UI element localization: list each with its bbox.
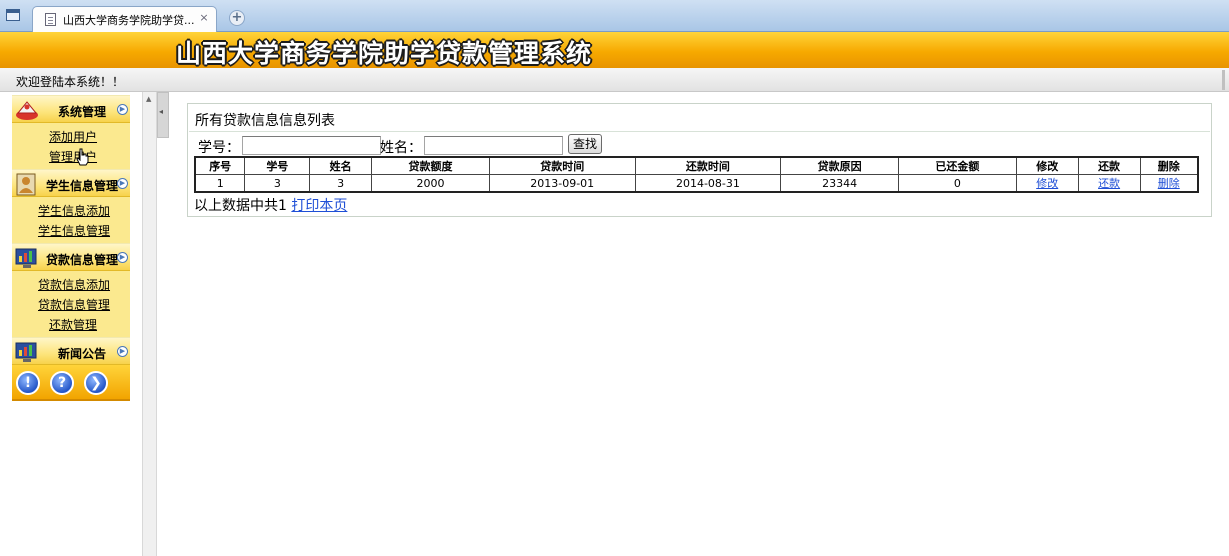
menu-body-student: 学生信息添加 学生信息管理 [12, 197, 130, 243]
new-tab-button[interactable]: + [229, 10, 245, 26]
header-banner: 山西大学商务学院助学贷款管理系统 [0, 32, 1229, 68]
menu-header-system[interactable]: 系统管理 ▶ [12, 95, 130, 123]
info-icon[interactable]: ! [16, 371, 40, 395]
window-menu-icon[interactable] [6, 9, 20, 21]
column-header: 贷款原因 [780, 156, 900, 175]
menu-link-manage-loan[interactable]: 贷款信息管理 [12, 295, 130, 315]
column-header: 学号 [244, 156, 311, 175]
help-icon[interactable]: ? [50, 371, 74, 395]
cell-loan-amount: 2000 [371, 174, 490, 193]
browser-tab-bar: 山西大学商务学院助学贷... × + [0, 0, 1229, 32]
repay-link[interactable]: 还款 [1098, 177, 1120, 190]
name-input[interactable] [424, 136, 563, 155]
student-no-input[interactable] [242, 136, 381, 155]
welcome-bar: 欢迎登陆本系统！！ [0, 68, 1229, 92]
column-header: 序号 [194, 156, 246, 175]
page-icon [45, 13, 56, 26]
name-label: 姓名： [380, 140, 422, 156]
hand-cursor-icon [76, 148, 89, 166]
column-header: 删除 [1139, 156, 1199, 175]
cake-icon [16, 101, 38, 120]
cell-index: 1 [194, 174, 246, 193]
student-no-label: 学号： [198, 140, 240, 156]
scroll-up-icon[interactable]: ▲ [146, 95, 151, 103]
menu-header-news[interactable]: 新闻公告 ▶ [12, 337, 130, 365]
menu-link-add-user[interactable]: 添加用户 [12, 127, 130, 147]
table-header-row: 序号 学号 姓名 贷款额度 贷款时间 还款时间 贷款原因 已还金额 修改 还款 … [194, 156, 1199, 175]
menu-header-loan[interactable]: 贷款信息管理 ▶ [12, 243, 130, 271]
menu-link-manage-user[interactable]: 管理用户 [12, 147, 130, 167]
menu-link-add-loan[interactable]: 贷款信息添加 [12, 275, 130, 295]
loan-list-panel: 所有贷款信息信息列表 学号： 姓名： 查找 序号 学号 姓名 贷款额度 贷款时间… [187, 103, 1212, 217]
record-summary: 以上数据中共1 [194, 198, 287, 214]
print-page-link[interactable]: 打印本页 [291, 198, 347, 214]
sidebar-menu: 系统管理 ▶ 添加用户 管理用户 学生信息管理 ▶ 学生信息添加 学生信息管理 [12, 95, 130, 401]
delete-link[interactable]: 删除 [1158, 177, 1180, 190]
frame-scrollbar[interactable]: ▲ [142, 92, 157, 556]
column-header: 还款 [1077, 156, 1141, 175]
system-title: 山西大学商务学院助学贷款管理系统 [176, 39, 593, 68]
cell-delete: 删除 [1139, 174, 1199, 193]
chevron-right-icon[interactable]: ▶ [117, 178, 128, 189]
browser-tab[interactable]: 山西大学商务学院助学贷... × [32, 6, 217, 32]
column-header: 贷款时间 [488, 156, 636, 175]
forward-icon[interactable]: ❯ [84, 371, 108, 395]
close-tab-icon[interactable]: × [197, 11, 211, 25]
welcome-bar-divider [1222, 70, 1225, 90]
cell-loan-reason: 23344 [780, 174, 900, 193]
column-header: 贷款额度 [371, 156, 490, 175]
menu-link-repayment[interactable]: 还款管理 [12, 315, 130, 335]
column-header: 修改 [1015, 156, 1079, 175]
search-button[interactable]: 查找 [568, 134, 602, 154]
monitor-chart-icon [15, 248, 37, 268]
column-header: 还款时间 [634, 156, 782, 175]
chevron-right-icon[interactable]: ▶ [117, 346, 128, 357]
menu-body-loan: 贷款信息添加 贷款信息管理 还款管理 [12, 271, 130, 337]
menu-link-manage-student[interactable]: 学生信息管理 [12, 221, 130, 241]
menu-title-loan: 贷款信息管理 [46, 253, 119, 267]
menu-title-student: 学生信息管理 [46, 179, 119, 193]
collapse-sidebar-handle[interactable] [157, 92, 169, 138]
chevron-right-icon[interactable]: ▶ [117, 104, 128, 115]
menu-title-news: 新闻公告 [58, 347, 107, 361]
menu-header-student[interactable]: 学生信息管理 ▶ [12, 169, 130, 197]
monitor-chart-icon [15, 342, 37, 362]
table-row: 1 3 3 2000 2013-09-01 2014-08-31 23344 0… [194, 174, 1199, 193]
edit-link[interactable]: 修改 [1036, 177, 1058, 190]
chevron-right-icon[interactable]: ▶ [117, 252, 128, 263]
loan-table: 序号 学号 姓名 贷款额度 贷款时间 还款时间 贷款原因 已还金额 修改 还款 … [194, 156, 1199, 193]
cell-name: 3 [309, 174, 373, 193]
person-icon [16, 173, 36, 196]
panel-title: 所有贷款信息信息列表 [189, 105, 1210, 132]
menu-title-system: 系统管理 [58, 105, 107, 119]
cell-student-no: 3 [244, 174, 311, 193]
tab-title: 山西大学商务学院助学贷... [63, 14, 195, 27]
welcome-text: 欢迎登陆本系统！！ [16, 75, 125, 89]
sidebar: 系统管理 ▶ 添加用户 管理用户 学生信息管理 ▶ 学生信息添加 学生信息管理 [0, 92, 142, 556]
table-footer: 以上数据中共1 打印本页 [194, 195, 347, 215]
cell-repay: 还款 [1077, 174, 1141, 193]
sidebar-bottom-toolbar: ! ? ❯ [12, 365, 130, 401]
cell-repay-date: 2014-08-31 [634, 174, 782, 193]
cell-repaid-amount: 0 [898, 174, 1017, 193]
menu-link-add-student[interactable]: 学生信息添加 [12, 201, 130, 221]
cell-edit: 修改 [1015, 174, 1079, 193]
column-header: 已还金额 [898, 156, 1017, 175]
column-header: 姓名 [309, 156, 373, 175]
menu-body-system: 添加用户 管理用户 [12, 123, 130, 169]
cell-loan-date: 2013-09-01 [488, 174, 636, 193]
